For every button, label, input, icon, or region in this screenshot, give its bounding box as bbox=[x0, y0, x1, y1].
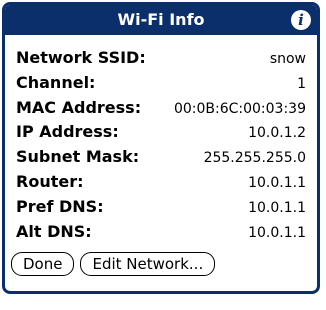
alt-dns-label: Alt DNS: bbox=[16, 221, 92, 241]
mac-address-value: 00:0B:6C:00:03:39 bbox=[173, 100, 306, 117]
ip-address-label: IP Address: bbox=[16, 122, 119, 142]
alt-dns-value: 10.0.1.1 bbox=[248, 224, 306, 241]
router-label: Router: bbox=[16, 171, 84, 191]
field-row-pref-dns: Pref DNS: 10.0.1.1 bbox=[16, 197, 306, 222]
channel-value: 1 bbox=[297, 75, 306, 92]
pref-dns-label: Pref DNS: bbox=[16, 196, 104, 216]
field-row-network-ssid: Network SSID: snow bbox=[16, 48, 306, 73]
ip-address-value: 10.0.1.2 bbox=[248, 125, 306, 142]
done-button[interactable]: Done bbox=[11, 252, 75, 276]
network-ssid-label: Network SSID: bbox=[16, 48, 146, 67]
subnet-mask-label: Subnet Mask: bbox=[16, 147, 140, 167]
button-bar: Done Edit Network... bbox=[11, 252, 216, 276]
router-value: 10.0.1.1 bbox=[248, 174, 306, 191]
info-icon[interactable]: i bbox=[291, 10, 311, 30]
edit-network-button[interactable]: Edit Network... bbox=[80, 252, 216, 276]
mac-address-label: MAC Address: bbox=[16, 97, 142, 117]
channel-label: Channel: bbox=[16, 72, 96, 92]
field-row-ip-address: IP Address: 10.0.1.2 bbox=[16, 122, 306, 147]
field-row-router: Router: 10.0.1.1 bbox=[16, 172, 306, 197]
subnet-mask-value: 255.255.255.0 bbox=[203, 150, 306, 167]
title-bar: Wi-Fi Info i bbox=[5, 5, 317, 35]
field-row-subnet-mask: Subnet Mask: 255.255.255.0 bbox=[16, 147, 306, 172]
field-row-alt-dns: Alt DNS: 10.0.1.1 bbox=[16, 222, 306, 247]
field-row-channel: Channel: 1 bbox=[16, 73, 306, 98]
pref-dns-value: 10.0.1.1 bbox=[248, 199, 306, 216]
field-row-mac-address: MAC Address: 00:0B:6C:00:03:39 bbox=[16, 98, 306, 123]
network-ssid-value: snow bbox=[269, 51, 306, 67]
dialog-title: Wi-Fi Info bbox=[117, 10, 205, 29]
info-fields: Network SSID: snow Channel: 1 MAC Addres… bbox=[16, 48, 306, 246]
wifi-info-dialog: Wi-Fi Info i Network SSID: snow Channel:… bbox=[2, 2, 320, 294]
